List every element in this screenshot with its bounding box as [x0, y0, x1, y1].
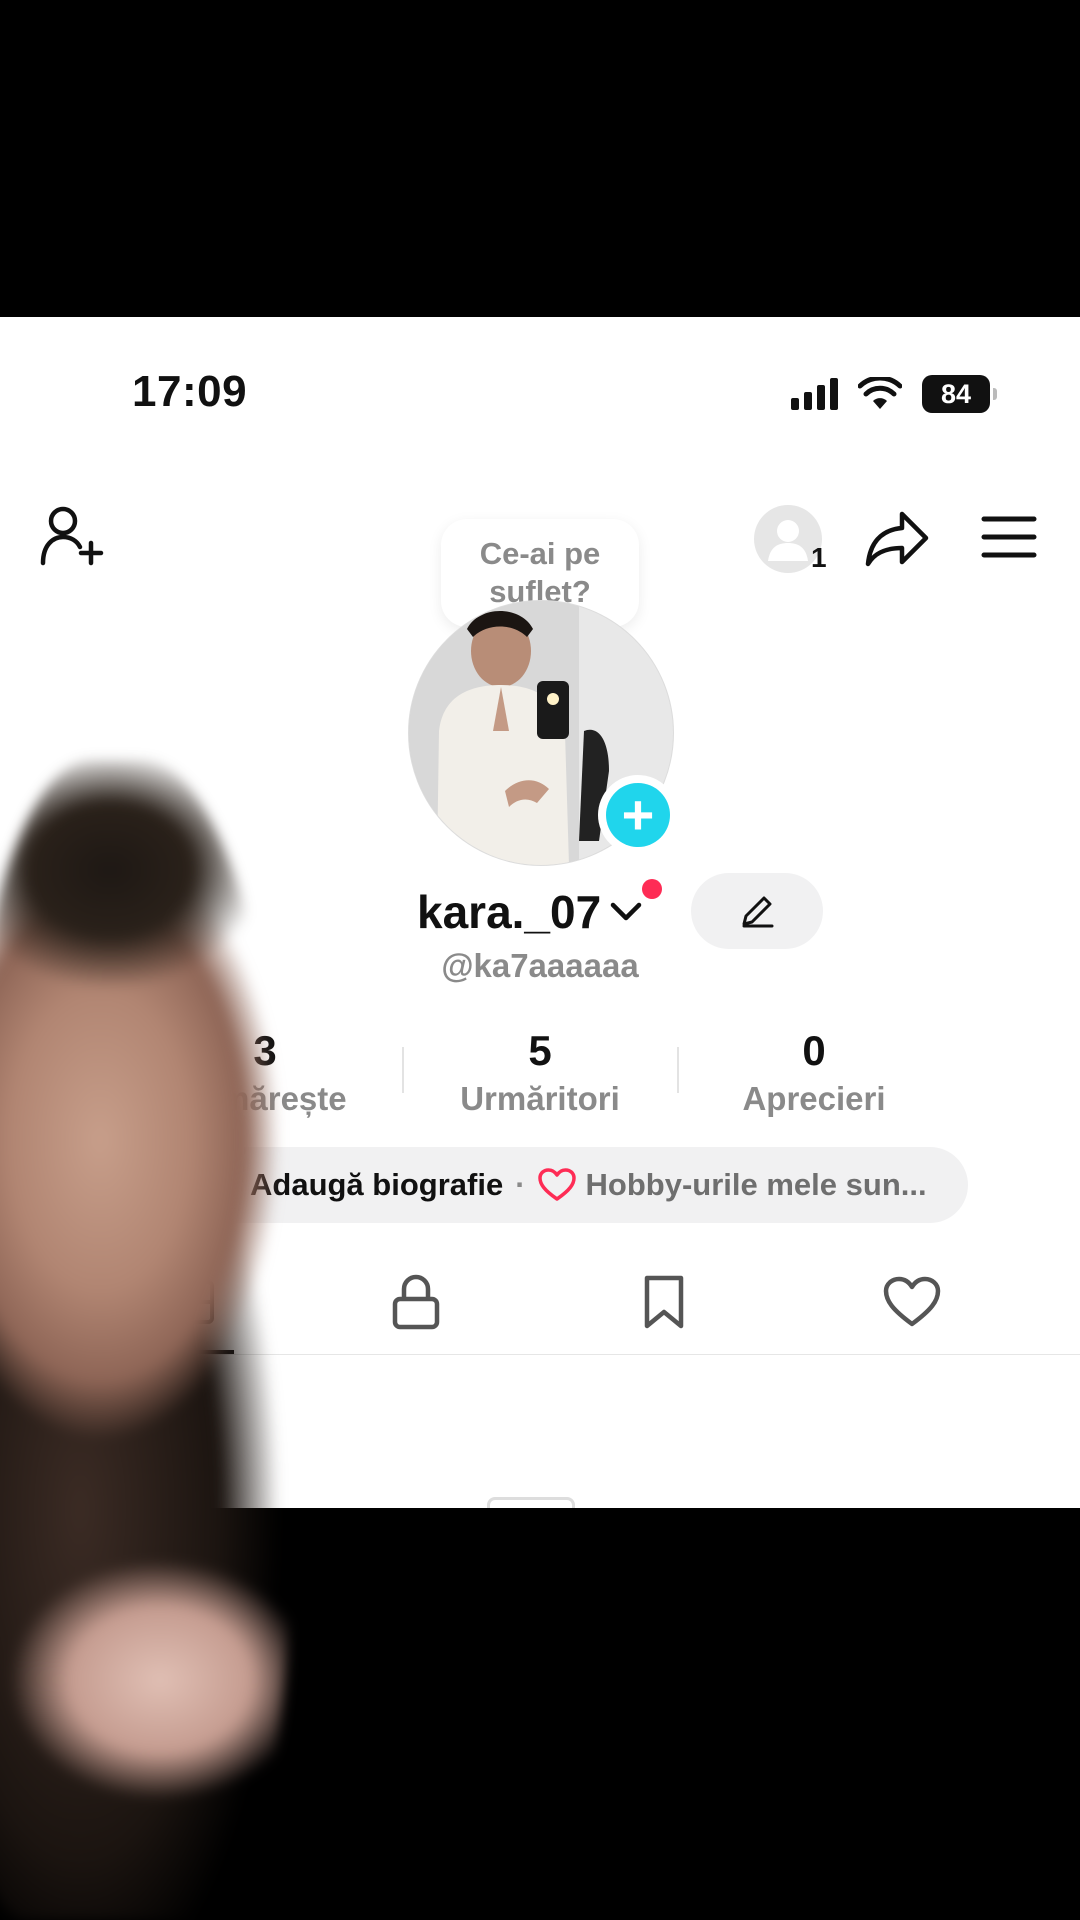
bookmark-icon	[644, 1275, 684, 1329]
user-avatar-icon	[768, 520, 808, 561]
bio-separator: ·	[515, 1167, 526, 1202]
tab-liked[interactable]	[872, 1267, 952, 1337]
pencil-icon	[742, 896, 774, 928]
notification-dot	[642, 879, 662, 899]
status-time: 17:09	[132, 367, 248, 416]
add-user-icon	[40, 506, 104, 566]
likes-label: Aprecieri	[742, 1080, 886, 1117]
stat-divider	[402, 1047, 404, 1093]
add-friend-button[interactable]	[38, 502, 106, 570]
followers-count: 5	[528, 1027, 552, 1074]
stat-divider	[677, 1047, 679, 1093]
notification-count: 1	[811, 542, 827, 573]
username: kara._07	[417, 886, 602, 938]
lock-icon	[392, 1274, 440, 1330]
plus-icon: +	[606, 783, 670, 847]
hamburger-menu-icon	[981, 516, 1037, 558]
chevron-down-icon	[610, 902, 642, 921]
heart-icon	[537, 1168, 576, 1201]
add-story-button[interactable]: +	[598, 775, 678, 855]
stat-likes[interactable]: 0 Aprecieri	[694, 1027, 934, 1121]
content-placeholder	[487, 1497, 575, 1508]
menu-button[interactable]	[978, 505, 1040, 569]
share-icon	[865, 511, 929, 567]
hobby-text[interactable]: Hobby-urile mele sun...	[586, 1167, 927, 1203]
bio-pill[interactable]: Adaugă biografie · Hobby-urile mele sun.…	[180, 1147, 968, 1223]
share-profile-button[interactable]	[862, 503, 932, 573]
cellular-signal-icon	[791, 378, 838, 410]
blurred-face-overlay	[0, 760, 290, 1920]
wifi-icon	[858, 377, 902, 409]
likes-count: 0	[802, 1027, 826, 1074]
status-icons: 84	[791, 375, 997, 413]
stat-followers[interactable]: 5 Urmăritori	[420, 1027, 660, 1121]
followers-label: Urmăritori	[460, 1080, 620, 1117]
heart-icon	[883, 1276, 941, 1327]
edit-profile-button[interactable]	[691, 873, 823, 949]
username-switcher[interactable]: kara._07	[417, 882, 643, 942]
tab-private[interactable]	[376, 1267, 456, 1337]
battery-icon: 84	[922, 375, 997, 413]
tab-saved[interactable]	[624, 1267, 704, 1337]
